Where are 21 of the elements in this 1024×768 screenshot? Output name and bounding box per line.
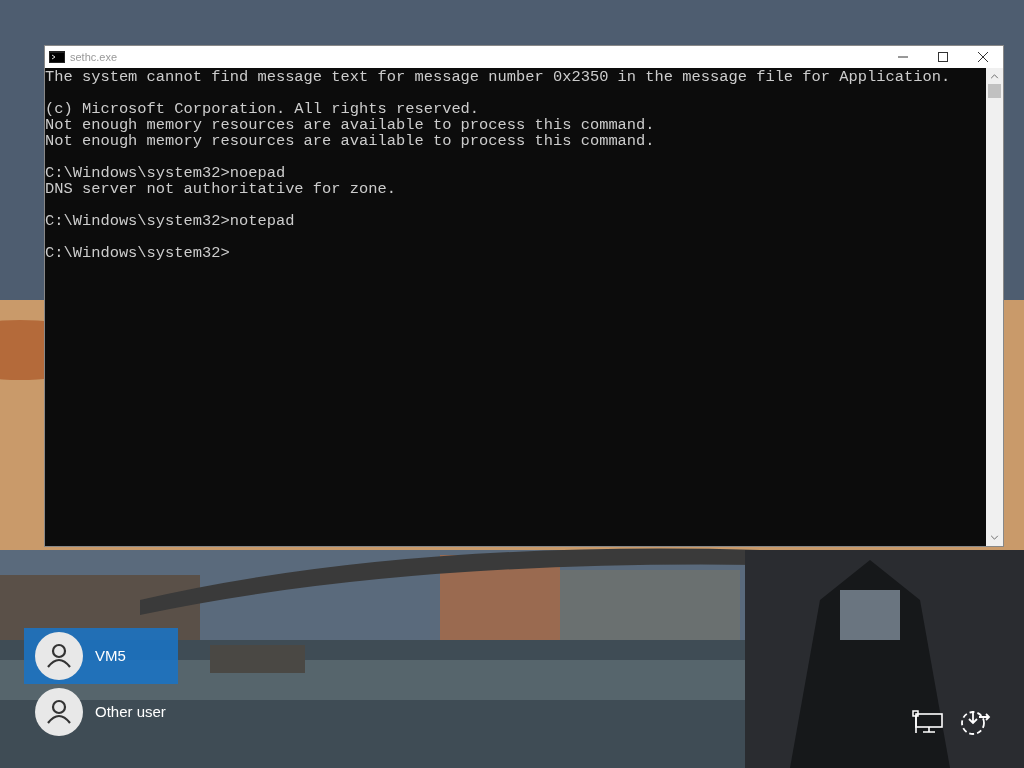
user-tile[interactable]: Other user — [24, 684, 178, 740]
close-icon[interactable] — [978, 52, 988, 62]
console-line: C:\Windows\system32> — [45, 245, 231, 261]
console-line: DNS server not authoritative for zone. — [45, 181, 397, 197]
network-icon[interactable] — [912, 709, 944, 735]
console-line: C:\Windows\system32>notepad — [45, 213, 296, 229]
console-line: (c) Microsoft Corporation. All rights reserved. — [45, 101, 481, 117]
console-line: Not enough memory resources are available to process this command. — [45, 133, 656, 149]
user-name: Other user — [95, 701, 166, 722]
scroll-thumb[interactable] — [988, 84, 1001, 98]
user-name: VM5 — [95, 645, 126, 666]
power-icon[interactable] — [960, 708, 992, 736]
window-title: sethc.exe — [70, 49, 118, 65]
maximize-icon[interactable] — [938, 52, 948, 62]
console-icon — [49, 51, 65, 63]
person-icon — [35, 632, 83, 680]
user-tile[interactable]: VM5 — [24, 628, 178, 684]
person-icon — [35, 688, 83, 736]
console-line: C:\Windows\system32>noepad — [45, 165, 287, 181]
console-line: Not enough memory resources are available to process this command. — [45, 117, 656, 133]
console-line: The system cannot find message text for message number 0x2350 in the message file for Application. — [45, 69, 952, 85]
